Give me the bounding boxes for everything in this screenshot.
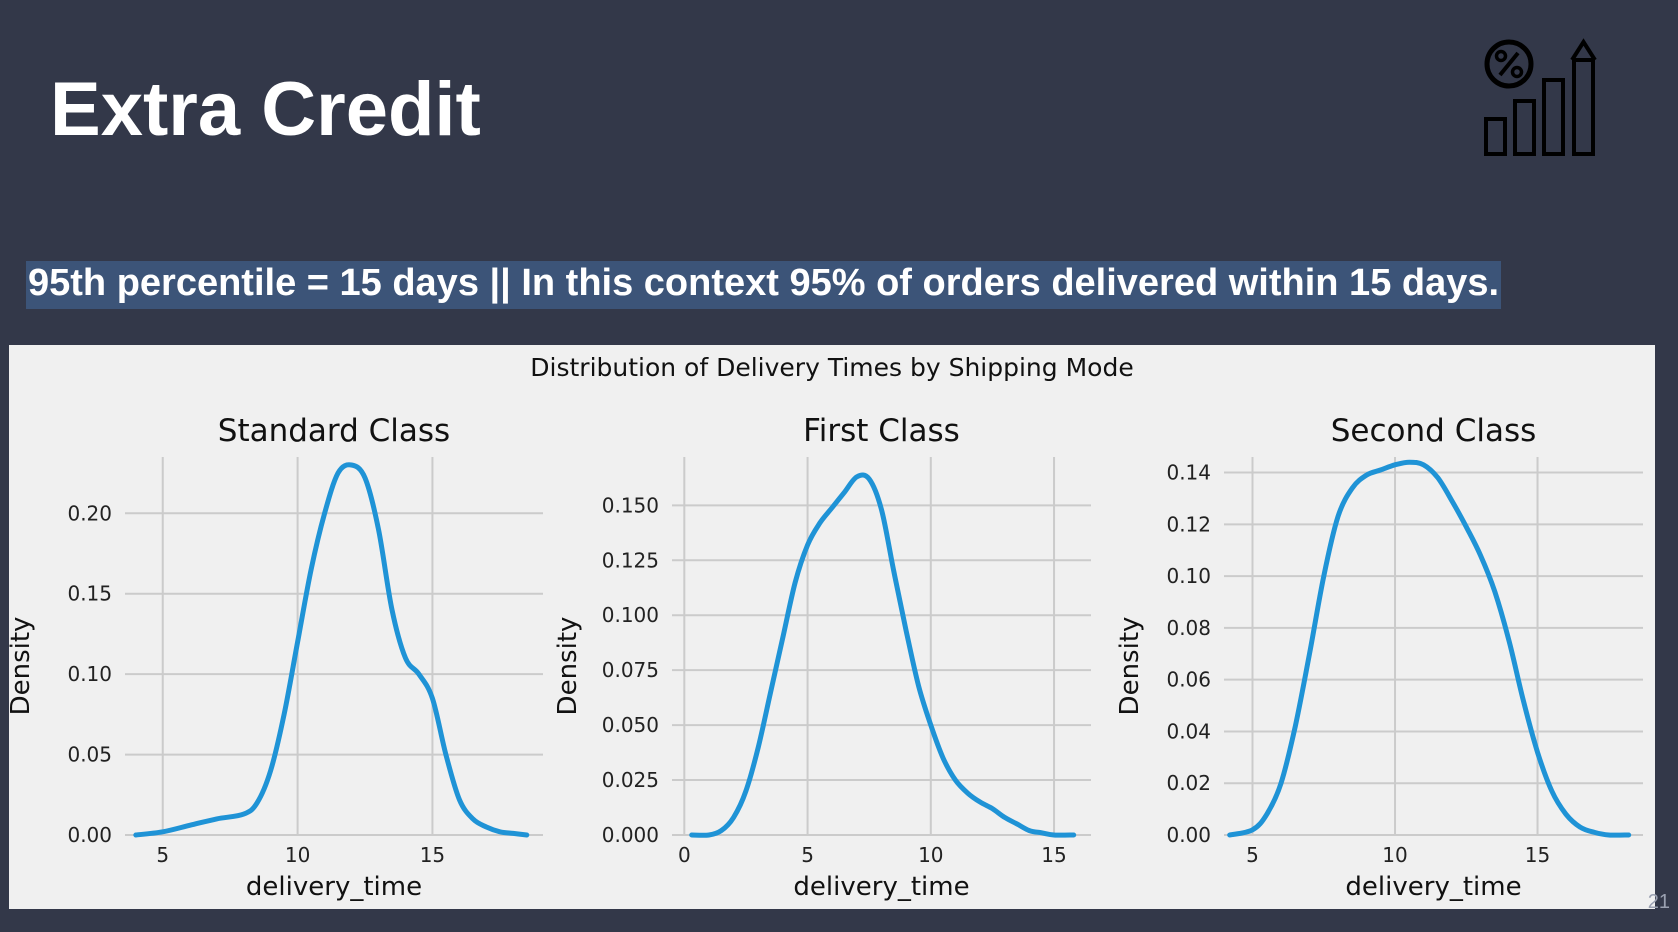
y-tick-label: 0.00 [1166, 823, 1211, 847]
slide-title: Extra Credit [50, 67, 481, 152]
x-tick-label: 15 [420, 843, 445, 867]
density-curve [689, 472, 1077, 838]
subplot-title: Standard Class [218, 413, 450, 449]
subplot-title: Second Class [1331, 413, 1537, 449]
y-tick-label: 0.02 [1166, 771, 1211, 795]
density-curve [1227, 459, 1632, 838]
x-axis-label: delivery_time [1345, 872, 1521, 902]
y-axis-label: Density [1115, 617, 1145, 716]
x-tick-label: 15 [1041, 843, 1066, 867]
chart-panel: Distribution of Delivery Times by Shippi… [9, 345, 1655, 909]
y-tick-label: 0.025 [602, 768, 659, 792]
y-tick-label: 0.05 [67, 743, 112, 767]
y-tick-label: 0.100 [602, 603, 659, 627]
subplot-title: First Class [803, 413, 960, 449]
y-tick-label: 0.050 [602, 713, 659, 737]
subplot-2: 0 5 10 15 0.000 0.025 0.050 0.075 0.100 0.125 0.15… [553, 413, 1091, 902]
y-tick-label: 0.12 [1166, 512, 1211, 536]
y-tick-label: 0.14 [1166, 461, 1211, 485]
subplot-3: 5 10 15 0.00 0.02 0.04 0.06 0.08 0.10 0.12 0.14 Sec… [1115, 413, 1643, 902]
y-tick-label: 0.000 [602, 823, 659, 847]
y-tick-label: 0.10 [1166, 564, 1211, 588]
x-tick-label: 5 [1246, 843, 1259, 867]
page-number: 21 [1647, 891, 1670, 913]
y-tick-label: 0.075 [602, 658, 659, 682]
y-tick-label: 0.15 [67, 582, 112, 606]
y-tick-label: 0.08 [1166, 616, 1211, 640]
x-tick-label: 15 [1525, 843, 1550, 867]
y-tick-label: 0.04 [1166, 719, 1211, 743]
percent-growth-chart-icon [1484, 38, 1597, 156]
chart-title: Distribution of Delivery Times by Shippi… [530, 353, 1133, 382]
y-tick-label: 0.06 [1166, 668, 1211, 692]
x-tick-label: 0 [678, 843, 691, 867]
y-axis-label: Density [9, 617, 36, 716]
x-axis-label: delivery_time [793, 872, 969, 902]
y-tick-label: 0.00 [67, 823, 112, 847]
x-tick-label: 5 [801, 843, 814, 867]
x-tick-label: 10 [918, 843, 943, 867]
x-tick-label: 10 [1382, 843, 1407, 867]
x-tick-label: 10 [285, 843, 310, 867]
x-axis-label: delivery_time [246, 872, 422, 902]
density-curve [133, 462, 530, 838]
y-tick-label: 0.125 [602, 548, 659, 572]
y-tick-label: 0.150 [602, 493, 659, 517]
delivery-time-kde-chart: Distribution of Delivery Times by Shippi… [9, 353, 1643, 902]
subplot-1: 5 10 15 0.00 0.05 0.10 0.15 0.20 Standard Class d… [9, 413, 543, 902]
x-tick-label: 5 [156, 843, 169, 867]
headline-banner: 95th percentile = 15 days || In this con… [26, 261, 1502, 309]
y-axis-label: Density [553, 617, 583, 716]
y-tick-label: 0.20 [67, 501, 112, 525]
y-tick-label: 0.10 [67, 662, 112, 686]
